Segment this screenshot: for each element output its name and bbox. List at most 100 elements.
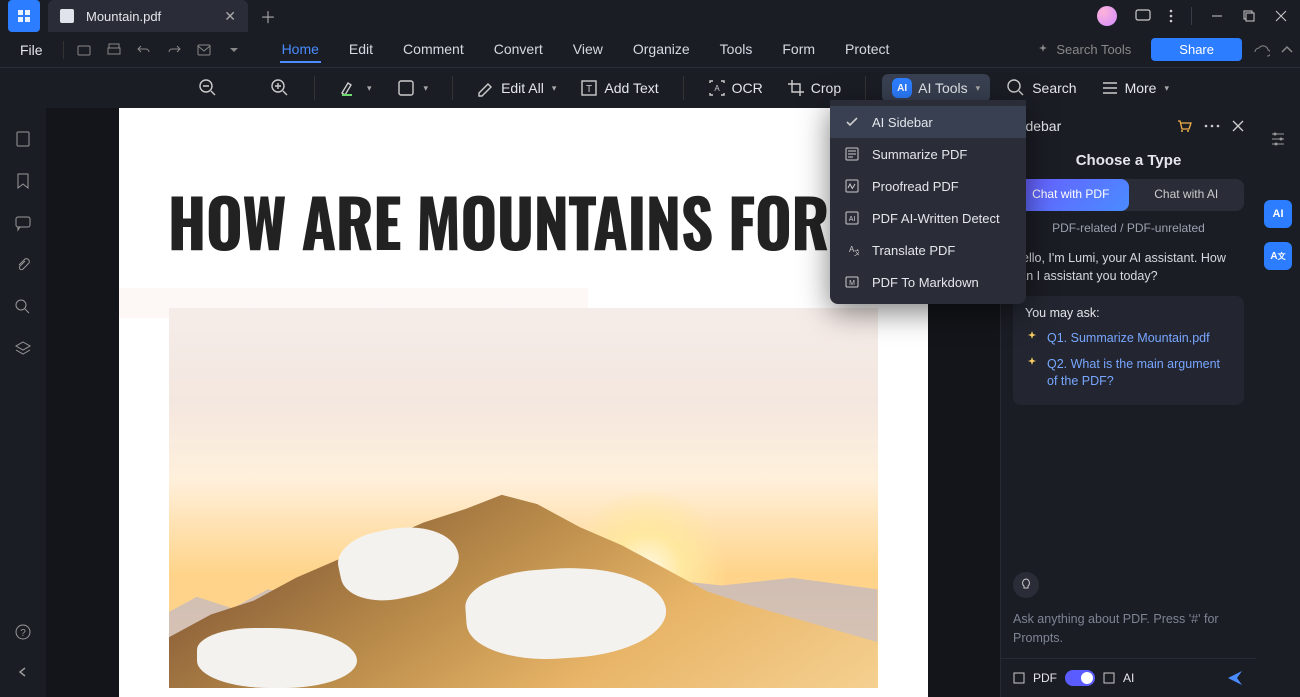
ai-menu-detect[interactable]: AIPDF AI-Written Detect bbox=[830, 202, 1026, 234]
more-button[interactable]: More▾ bbox=[1093, 75, 1177, 101]
search-panel-icon[interactable] bbox=[14, 298, 32, 316]
sidebar-close-icon[interactable] bbox=[1232, 120, 1244, 132]
minimize-icon[interactable] bbox=[1210, 9, 1224, 23]
sparkle-icon bbox=[1025, 330, 1039, 344]
undo-icon[interactable] bbox=[130, 36, 158, 64]
close-icon[interactable] bbox=[1274, 9, 1288, 23]
thumbnails-icon[interactable] bbox=[14, 130, 32, 148]
redo-icon[interactable] bbox=[160, 36, 188, 64]
ai-sidebar-toggle-icon[interactable]: AI bbox=[1264, 200, 1292, 228]
svg-text:文: 文 bbox=[854, 248, 859, 257]
ai-menu-proofread[interactable]: Proofread PDF bbox=[830, 170, 1026, 202]
ai-menu-markdown[interactable]: MPDF To Markdown bbox=[830, 266, 1026, 298]
kebab-icon[interactable] bbox=[1169, 8, 1173, 24]
menu-tools[interactable]: Tools bbox=[718, 37, 755, 63]
menu-form[interactable]: Form bbox=[780, 37, 817, 63]
tab-chat-with-ai[interactable]: Chat with AI bbox=[1129, 179, 1245, 211]
ai-sidebar: Sidebar Choose a Type Chat with PDF Chat… bbox=[1000, 108, 1256, 697]
markdown-icon: M bbox=[844, 274, 860, 290]
related-label: PDF-related / PDF-unrelated bbox=[1001, 221, 1256, 235]
pdf-icon bbox=[60, 9, 74, 23]
print-icon[interactable] bbox=[100, 36, 128, 64]
ai-menu-translate[interactable]: A文Translate PDF bbox=[830, 234, 1026, 266]
zoom-out-button[interactable] bbox=[190, 74, 226, 102]
new-tab-button[interactable]: ＋ bbox=[254, 2, 282, 30]
document-image bbox=[169, 308, 878, 688]
mail-icon[interactable] bbox=[190, 36, 218, 64]
tab-close-icon[interactable]: ✕ bbox=[224, 8, 236, 25]
search-button[interactable]: Search bbox=[998, 74, 1084, 102]
open-icon[interactable] bbox=[70, 36, 98, 64]
menu-comment[interactable]: Comment bbox=[401, 37, 466, 63]
add-text-button[interactable]: TAdd Text bbox=[572, 75, 666, 101]
sparkle-icon bbox=[1025, 356, 1039, 370]
collapse-ribbon-icon[interactable] bbox=[1280, 43, 1294, 57]
bookmarks-icon[interactable] bbox=[14, 172, 32, 190]
ocr-button[interactable]: AOCR bbox=[700, 75, 771, 101]
sparkle-icon bbox=[1036, 43, 1050, 57]
you-may-ask-label: You may ask: bbox=[1025, 306, 1232, 320]
comments-icon[interactable] bbox=[14, 214, 32, 232]
help-icon[interactable]: ? bbox=[14, 623, 32, 641]
svg-text:A: A bbox=[714, 84, 720, 93]
ai-translate-icon[interactable]: A文 bbox=[1264, 242, 1292, 270]
cart-icon[interactable] bbox=[1176, 118, 1192, 134]
check-icon bbox=[844, 114, 860, 130]
layers-icon[interactable] bbox=[14, 340, 32, 358]
document-tab[interactable]: Mountain.pdf ✕ bbox=[48, 0, 248, 32]
proofread-icon bbox=[844, 178, 860, 194]
maximize-icon[interactable] bbox=[1242, 9, 1256, 23]
translate-icon: A文 bbox=[844, 242, 860, 258]
ai-tools-button[interactable]: AI AI Tools▾ bbox=[882, 74, 990, 102]
foot-pdf-icon bbox=[1013, 672, 1025, 684]
menu-protect[interactable]: Protect bbox=[843, 37, 891, 63]
foot-ai-icon bbox=[1103, 672, 1115, 684]
svg-text:AI: AI bbox=[849, 216, 856, 223]
summarize-icon bbox=[844, 146, 860, 162]
qat-more-icon[interactable] bbox=[220, 36, 248, 64]
sidebar-more-icon[interactable] bbox=[1204, 124, 1220, 128]
collapse-panel-icon[interactable] bbox=[16, 665, 30, 679]
user-avatar[interactable] bbox=[1097, 6, 1117, 26]
menu-home[interactable]: Home bbox=[280, 37, 321, 63]
search-tools-input[interactable]: Search Tools bbox=[1026, 38, 1141, 61]
svg-text:?: ? bbox=[20, 628, 26, 639]
document-page[interactable]: HOW ARE MOUNTAINS FORMED bbox=[119, 108, 928, 697]
menu-convert[interactable]: Convert bbox=[492, 37, 545, 63]
hint-icon[interactable] bbox=[1013, 572, 1039, 598]
ai-greeting: Hello, I'm Lumi, your AI assistant. How … bbox=[1013, 249, 1244, 287]
cloud-sync-icon[interactable] bbox=[1252, 41, 1270, 59]
tab-title: Mountain.pdf bbox=[86, 9, 161, 24]
zoom-in-button[interactable] bbox=[262, 74, 298, 102]
menu-view[interactable]: View bbox=[571, 37, 605, 63]
foot-ai-label: AI bbox=[1123, 671, 1134, 685]
highlight-button[interactable]: ▾ bbox=[331, 74, 380, 102]
suggestion-q1[interactable]: Q1. Summarize Mountain.pdf bbox=[1025, 326, 1232, 352]
suggestions-card: You may ask: Q1. Summarize Mountain.pdf … bbox=[1013, 296, 1244, 405]
svg-text:M: M bbox=[849, 280, 855, 287]
attachments-icon[interactable] bbox=[14, 256, 32, 274]
menu-organize[interactable]: Organize bbox=[631, 37, 692, 63]
ai-icon: AI bbox=[892, 78, 912, 98]
tab-chat-with-pdf[interactable]: Chat with PDF bbox=[1013, 179, 1129, 211]
settings-slider-icon[interactable] bbox=[1269, 130, 1287, 148]
prompt-input[interactable]: Ask anything about PDF. Press '#' for Pr… bbox=[1013, 610, 1244, 652]
edit-all-button[interactable]: Edit All▾ bbox=[469, 75, 564, 101]
crop-button[interactable]: Crop bbox=[779, 75, 849, 101]
ai-menu-sidebar[interactable]: AI Sidebar bbox=[830, 106, 1026, 138]
menu-edit[interactable]: Edit bbox=[347, 37, 375, 63]
app-logo[interactable] bbox=[8, 0, 40, 32]
detect-icon: AI bbox=[844, 210, 860, 226]
choose-type-label: Choose a Type bbox=[1001, 152, 1256, 169]
shape-button[interactable]: ▾ bbox=[388, 74, 437, 102]
ai-tools-dropdown: AI Sidebar Summarize PDF Proofread PDF A… bbox=[830, 100, 1026, 304]
foot-pdf-label: PDF bbox=[1033, 671, 1057, 685]
chat-icon[interactable] bbox=[1135, 8, 1151, 24]
suggestion-q2[interactable]: Q2. What is the main argument of the PDF… bbox=[1025, 352, 1232, 395]
send-icon[interactable] bbox=[1226, 669, 1244, 687]
document-heading: HOW ARE MOUNTAINS FORMED bbox=[119, 108, 904, 280]
pdf-ai-toggle[interactable] bbox=[1065, 670, 1095, 686]
file-menu[interactable]: File bbox=[6, 38, 57, 62]
ai-menu-summarize[interactable]: Summarize PDF bbox=[830, 138, 1026, 170]
share-button[interactable]: Share bbox=[1151, 38, 1242, 61]
